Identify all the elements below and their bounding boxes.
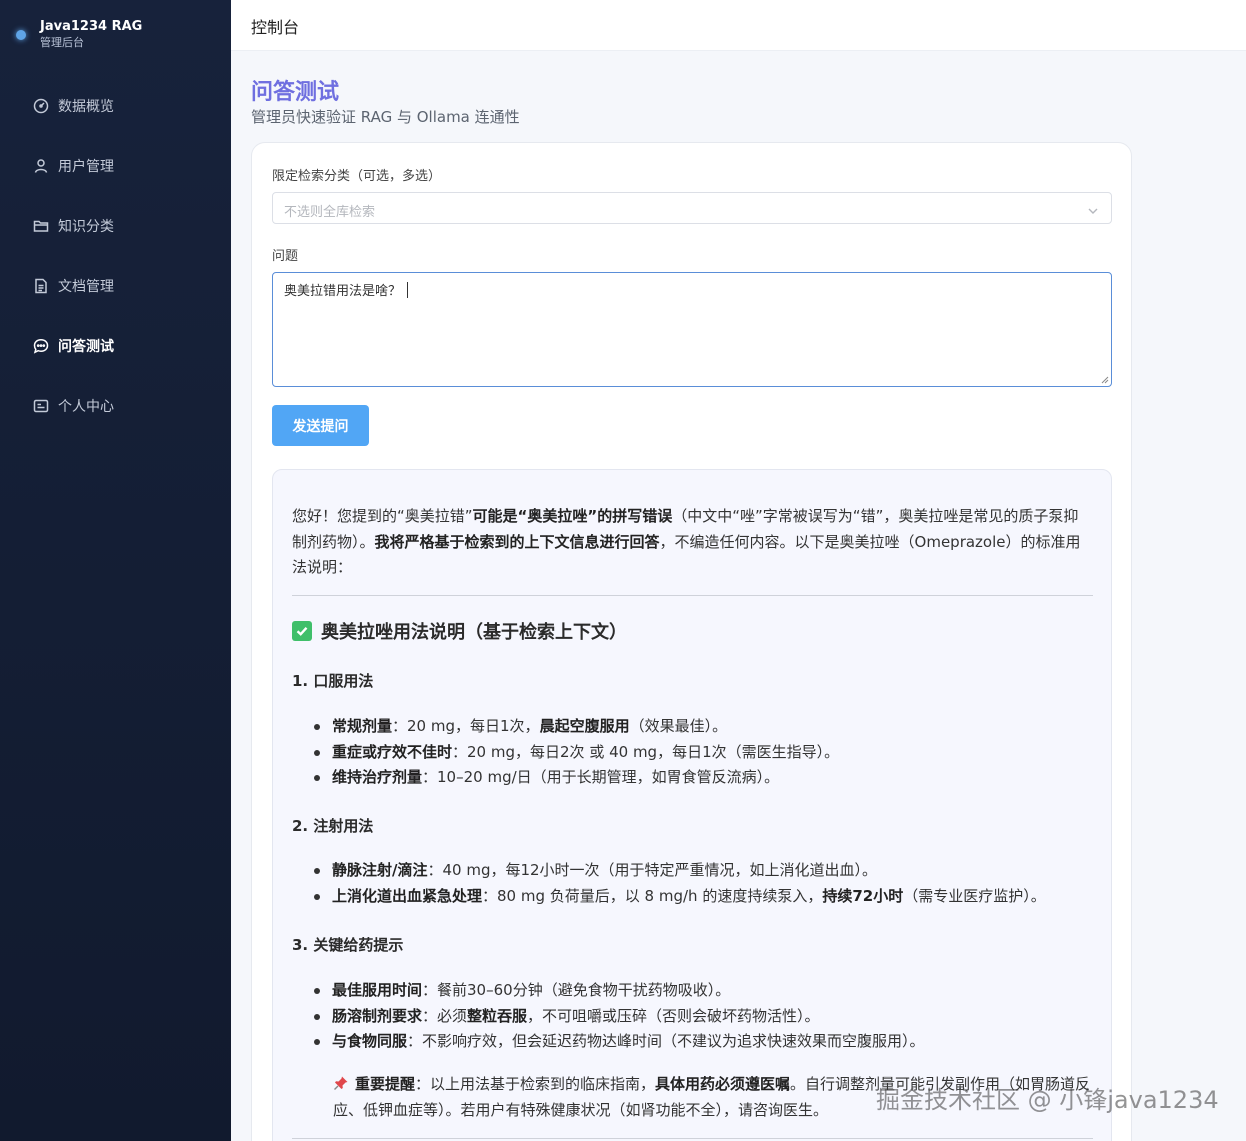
question-input[interactable]: 奥美拉错用法是啥？ [272,272,1112,387]
sidebar-item-label: 问答测试 [58,339,114,355]
answer-heading-text: 奥美拉唑用法说明（基于检索上下文） [321,622,627,643]
page-title: 问答测试 [251,80,340,105]
qa-card: 限定检索分类（可选，多选） 不选则全库检索 问题 奥美拉错用法是啥？ 发送提问 … [251,142,1132,1141]
sidebar-item-label: 知识分类 [58,219,114,235]
answer-intro: 您好！您提到的“奥美拉错”可能是“奥美拉唑”的拼写错误（中文中“唑”字常被误写为… [292,504,1092,581]
sidebar: Java1234 RAG 管理后台 数据概览 用户管理 知识分类 文档管理 问答… [0,0,231,1141]
note-bold: 重要提醒 [355,1075,416,1093]
sidebar-nav: 数据概览 用户管理 知识分类 文档管理 问答测试 个人中心 [0,76,231,436]
section-title: 3. 关键给药提示 [292,936,404,954]
note-text: ：以上用法基于检索到的临床指南， [415,1075,656,1093]
section-list: 静脉注射/滴注：40 mg，每12小时一次（用于特定严重情况，如上消化道出血）。… [312,858,1046,909]
divider [292,1138,1093,1139]
sidebar-item-users[interactable]: 用户管理 [0,136,231,196]
top-header: 控制台 [231,0,1246,51]
section-title: 1. 口服用法 [292,672,374,690]
folder-icon [33,218,49,234]
profile-card-icon [33,398,49,414]
text-caret [407,282,409,298]
watermark: 掘金技术社区 @ 小锋java1234 [876,1086,1219,1114]
question-value: 奥美拉错用法是啥？ [284,284,402,299]
intro-text: 您好！您提到的“奥美拉错” [292,507,473,525]
divider [292,595,1093,596]
category-select[interactable]: 不选则全库检索 [272,192,1112,224]
sidebar-item-label: 数据概览 [58,99,114,115]
section-title: 2. 注射用法 [292,817,374,835]
sidebar-item-categories[interactable]: 知识分类 [0,196,231,256]
category-placeholder: 不选则全库检索 [284,205,376,220]
list-item: 常规剂量：20 mg，每日1次，晨起空腹服用（效果最佳）。 [312,714,839,740]
sidebar-item-label: 个人中心 [58,399,114,415]
dashboard-icon [33,98,49,114]
section-list: 常规剂量：20 mg，每日1次，晨起空腹服用（效果最佳）。 重症或疗效不佳时：2… [312,714,839,791]
list-item: 静脉注射/滴注：40 mg，每12小时一次（用于特定严重情况，如上消化道出血）。 [312,858,1046,884]
resize-grip-icon[interactable] [1101,376,1109,384]
brand-subtitle: 管理后台 [40,36,84,49]
question-label: 问题 [272,249,299,264]
sidebar-item-documents[interactable]: 文档管理 [0,256,231,316]
chevron-down-icon [1087,202,1099,214]
user-icon [33,158,49,174]
intro-bold: 可能是“奥美拉唑”的拼写错误 [472,507,673,525]
sidebar-item-dashboard[interactable]: 数据概览 [0,76,231,136]
sidebar-item-label: 文档管理 [58,279,114,295]
page-subtitle: 管理员快速验证 RAG 与 Ollama 连通性 [251,108,520,126]
brand-title: Java1234 RAG [40,19,143,34]
chat-icon [33,338,49,354]
header-title: 控制台 [251,18,300,37]
sidebar-item-profile[interactable]: 个人中心 [0,376,231,436]
send-button[interactable]: 发送提问 [272,405,369,446]
section-list: 最佳服用时间：餐前30–60分钟（避免食物干扰药物吸收）。 肠溶制剂要求：必须整… [312,978,925,1055]
list-item: 最佳服用时间：餐前30–60分钟（避免食物干扰药物吸收）。 [312,978,925,1004]
sidebar-item-qa-test[interactable]: 问答测试 [0,316,231,376]
brand-dot-icon [16,30,26,40]
sidebar-item-label: 用户管理 [58,159,114,175]
answer-panel: 您好！您提到的“奥美拉错”可能是“奥美拉唑”的拼写错误（中文中“唑”字常被误写为… [272,469,1112,1141]
note-bold: 具体用药必须遵医嘱 [655,1075,791,1093]
check-mark-icon [292,621,312,641]
category-label: 限定检索分类（可选，多选） [272,169,442,184]
document-icon [33,278,49,294]
pushpin-icon [334,1076,348,1090]
answer-heading: 奥美拉唑用法说明（基于检索上下文） [292,618,627,644]
intro-bold: 我将严格基于检索到的上下文信息进行回答 [374,532,660,551]
list-item: 重症或疗效不佳时：20 mg，每日2次 或 40 mg，每日1次（需医生指导）。 [312,740,839,766]
list-item: 上消化道出血紧急处理：80 mg 负荷量后，以 8 mg/h 的速度持续泵入，持… [312,884,1046,910]
brand: Java1234 RAG 管理后台 [16,18,142,50]
list-item: 肠溶制剂要求：必须整粒吞服，不可咀嚼或压碎（否则会破坏药物活性）。 [312,1004,925,1030]
list-item: 维持治疗剂量：10–20 mg/日（用于长期管理，如胃食管反流病）。 [312,765,839,791]
list-item: 与食物同服：不影响疗效，但会延迟药物达峰时间（不建议为追求快速效果而空腹服用）。 [312,1029,925,1055]
